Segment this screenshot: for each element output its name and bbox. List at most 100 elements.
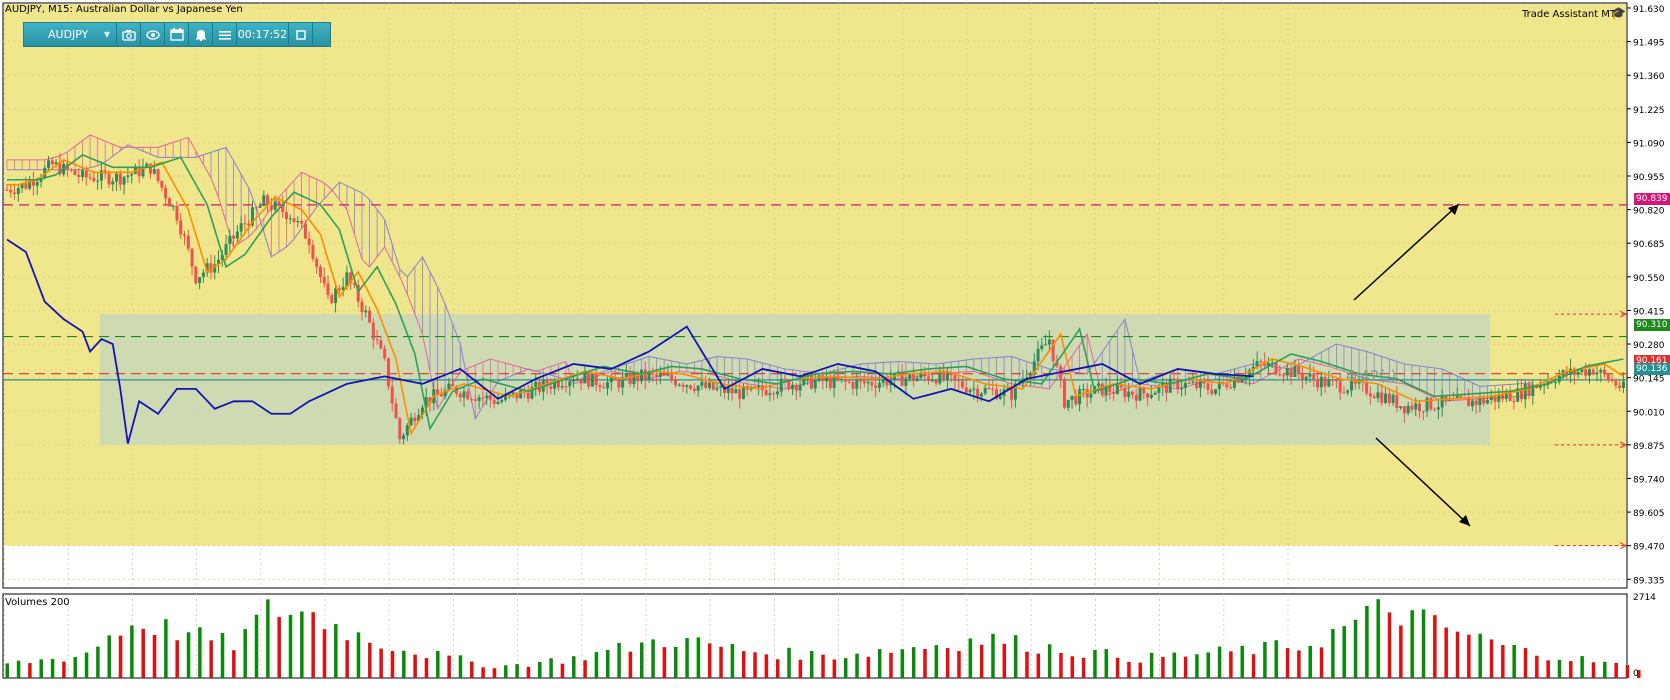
volume-bar <box>515 664 519 678</box>
bar-timer: 00:17:52 <box>237 23 289 46</box>
candle-body <box>549 386 553 389</box>
volume-bar <box>1569 661 1573 678</box>
symbol-selector[interactable]: AUDJPY ▼ <box>24 23 117 46</box>
volume-bar <box>877 649 882 678</box>
volume-bar <box>538 661 542 678</box>
volume-bar <box>730 643 735 678</box>
candle-body <box>976 388 980 397</box>
volume-bar <box>696 637 701 678</box>
price-tick-label: 90.145 <box>1633 375 1665 385</box>
volume-bar <box>639 642 644 678</box>
price-tag-90-839: 90.839 <box>1634 193 1670 205</box>
volume-bar <box>685 638 689 678</box>
volume-bar <box>911 647 916 678</box>
volume-bar <box>1002 643 1007 678</box>
candle-body <box>927 376 931 381</box>
volume-bar <box>1614 662 1618 678</box>
candle-body <box>987 388 991 390</box>
volume-bar <box>957 650 961 678</box>
volume-bar <box>243 629 247 678</box>
candle-body <box>1312 373 1316 380</box>
candle-body <box>874 385 878 388</box>
candle-body <box>122 176 126 185</box>
candle-body <box>243 223 247 225</box>
candle-body <box>190 248 194 267</box>
calendar-icon <box>169 28 184 41</box>
volume-bar <box>277 616 281 678</box>
candle-body <box>1387 393 1391 403</box>
visibility-button[interactable] <box>141 23 165 46</box>
screenshot-button[interactable] <box>117 23 141 46</box>
candle-body <box>1191 381 1195 383</box>
candle-body <box>1285 368 1289 376</box>
candle-body <box>738 389 742 399</box>
candle-body <box>983 388 987 394</box>
volume-bar <box>1036 653 1041 678</box>
volume-bar <box>322 629 327 678</box>
candle-body <box>692 388 696 391</box>
candle-body <box>904 378 908 386</box>
chart-title: AUDJPY, M15: Australian Dollar vs Japane… <box>5 4 243 15</box>
volume-bar <box>1138 662 1143 678</box>
candle-body <box>371 322 375 340</box>
menu-button[interactable] <box>213 23 237 46</box>
volume-bar <box>1047 644 1052 678</box>
candle-body <box>1493 396 1497 402</box>
candle-body <box>130 173 134 176</box>
candle-body <box>741 386 745 399</box>
calendar-button[interactable] <box>165 23 189 46</box>
candle-body <box>757 385 761 388</box>
volume-bar <box>390 651 395 678</box>
graduation-cap-icon[interactable]: 🎓 <box>1611 7 1627 19</box>
candle-body <box>1440 396 1444 408</box>
candle-body <box>84 170 88 178</box>
alert-button[interactable] <box>189 23 213 46</box>
candle-body <box>1183 382 1187 388</box>
candle-body <box>681 384 685 387</box>
candle-body <box>1512 401 1516 403</box>
candle-body <box>1618 385 1622 388</box>
volume-bar <box>1183 656 1188 678</box>
candle-body <box>609 377 613 383</box>
candle-body <box>1508 393 1512 402</box>
volume-bar <box>1467 634 1471 678</box>
candle-body <box>390 386 394 404</box>
candle-body <box>451 383 455 387</box>
volume-bar <box>220 633 225 678</box>
chart-background <box>2 2 1628 589</box>
candle-body <box>859 380 863 382</box>
price-tick-label: 90.415 <box>1633 307 1665 317</box>
candle-body <box>126 175 130 177</box>
candle-body <box>1376 392 1380 399</box>
candle-body <box>881 379 885 383</box>
volume-bar <box>1557 659 1562 678</box>
candle-body <box>398 418 402 440</box>
candle-body <box>1214 389 1218 394</box>
candle-body <box>1195 381 1199 389</box>
candle-body <box>111 181 115 185</box>
candle-body <box>1127 391 1131 398</box>
candle-body <box>1606 374 1610 381</box>
candle-body <box>1485 399 1489 404</box>
candle-body <box>1584 369 1588 376</box>
candle-body <box>583 373 587 384</box>
price-tick-label: 89.740 <box>1633 475 1665 485</box>
candle-body <box>919 373 923 378</box>
volume-bar <box>1512 644 1516 678</box>
candle-body <box>1138 387 1142 401</box>
price-tick-label: 90.685 <box>1633 240 1665 250</box>
volume-bar <box>1535 655 1539 678</box>
volume-bar <box>141 628 145 678</box>
candle-body <box>934 380 938 384</box>
volume-bar <box>164 619 168 678</box>
candle-body <box>364 310 368 313</box>
camera-icon <box>121 29 136 41</box>
candle-body <box>73 170 77 175</box>
symbol-label: AUDJPY <box>48 28 89 41</box>
volume-bar <box>288 614 293 678</box>
window-button[interactable] <box>289 23 313 46</box>
candle-body <box>602 387 606 389</box>
candle-body <box>232 235 236 239</box>
volume-bar <box>1478 633 1482 678</box>
trade-assistant-label[interactable]: Trade Assistant MT5 <box>1522 9 1622 20</box>
